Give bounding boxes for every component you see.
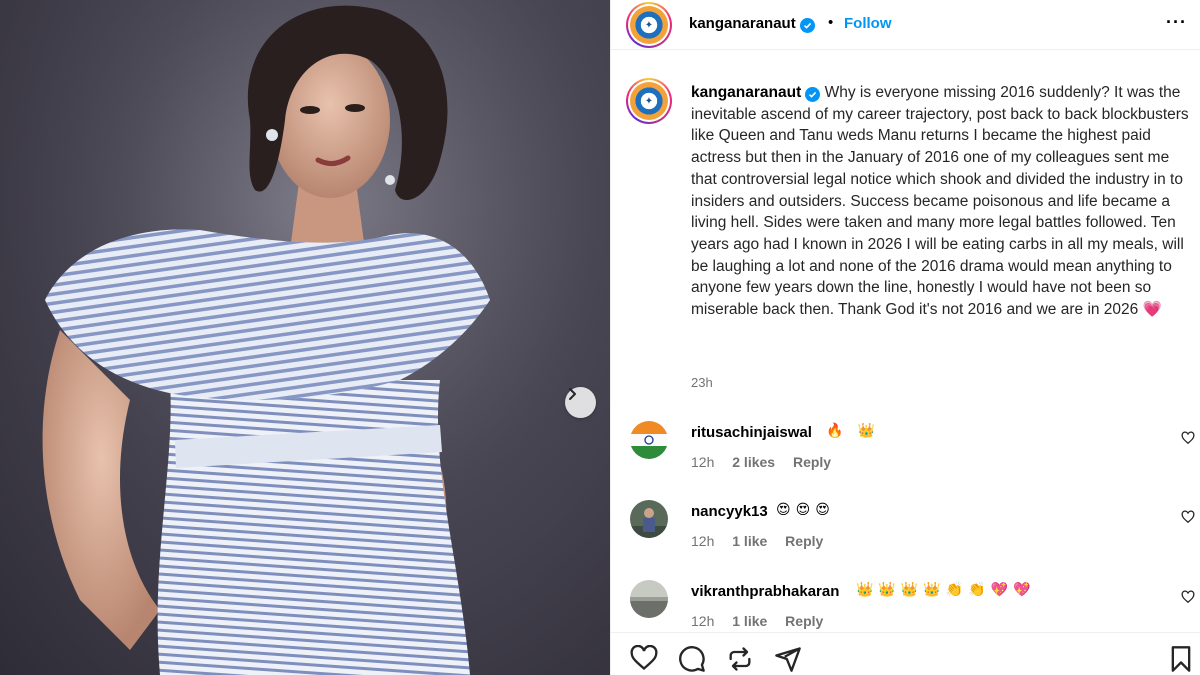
comment-time[interactable]: 12h <box>691 533 714 549</box>
verified-badge-icon <box>805 87 821 102</box>
comment-like-heart-icon[interactable] <box>1181 510 1195 524</box>
next-image-button[interactable] <box>565 387 596 418</box>
comment-icon[interactable] <box>678 645 706 673</box>
post-details-panel: ✦ kanganaranaut • Follow ··· ✦ kanganara… <box>610 0 1200 675</box>
reply-button[interactable]: Reply <box>785 613 823 629</box>
reply-button[interactable]: Reply <box>785 533 823 549</box>
comment-item: nancyyk13 😍😍😍 12h 1 like Reply <box>611 500 1200 570</box>
comment-like-heart-icon[interactable] <box>1181 431 1195 445</box>
more-options-icon[interactable]: ··· <box>1166 12 1187 33</box>
comment-username[interactable]: vikranthprabhakaran <box>691 583 839 600</box>
separator-dot: • <box>828 14 834 31</box>
comment-likes[interactable]: 1 like <box>732 613 767 629</box>
commenter-avatar[interactable] <box>630 500 668 538</box>
post-photo-illustration <box>0 0 610 675</box>
chevron-right-icon <box>569 388 576 400</box>
comment-item: ritusachinjaiswal 🔥 👑 12h 2 likes Reply <box>611 421 1200 491</box>
comment-text: 😍😍😍 <box>776 502 835 518</box>
post-header: ✦ kanganaranaut • Follow ··· <box>611 0 1200 50</box>
send-icon[interactable] <box>774 645 802 673</box>
author-username[interactable]: kanganaranaut <box>689 15 796 32</box>
comment-like-heart-icon[interactable] <box>1181 590 1195 604</box>
post-image[interactable] <box>0 0 610 675</box>
caption-username[interactable]: kanganaranaut <box>691 84 801 101</box>
repost-icon[interactable] <box>726 645 754 673</box>
verified-badge-icon <box>799 18 815 33</box>
commenter-avatar[interactable] <box>630 421 668 459</box>
comment-meta: 12h 1 like Reply <box>691 613 837 629</box>
comment-likes[interactable]: 2 likes <box>732 454 775 470</box>
author-logo-icon: ✦ <box>630 6 668 44</box>
comment-username[interactable]: ritusachinjaiswal <box>691 424 812 441</box>
comment-meta: 12h 2 likes Reply <box>691 454 845 470</box>
commenter-avatar[interactable] <box>630 580 668 618</box>
post-caption: kanganaranaut Why is everyone missing 20… <box>691 82 1191 321</box>
caption-text: Why is everyone missing 2016 suddenly? I… <box>691 84 1189 319</box>
author-logo-icon: ✦ <box>630 82 668 120</box>
heart-icon[interactable] <box>630 645 658 671</box>
follow-button[interactable]: Follow <box>844 15 892 32</box>
comment-time[interactable]: 12h <box>691 454 714 470</box>
author-avatar[interactable]: ✦ <box>626 2 672 48</box>
comment-text: 👑👑👑👑👏👏💖💖 <box>856 582 1036 598</box>
comment-time[interactable]: 12h <box>691 613 714 629</box>
comment-username[interactable]: nancyyk13 <box>691 503 768 520</box>
caption-author-avatar[interactable]: ✦ <box>626 78 672 124</box>
reply-button[interactable]: Reply <box>793 454 831 470</box>
post-timestamp[interactable]: 23h <box>691 375 713 390</box>
bookmark-icon[interactable] <box>1169 645 1193 673</box>
pink-heart-emoji: 💗 <box>1142 300 1162 319</box>
comment-likes[interactable]: 1 like <box>732 533 767 549</box>
comment-text: 🔥 👑 <box>826 423 881 439</box>
post-action-bar <box>611 632 1200 675</box>
comment-meta: 12h 1 like Reply <box>691 533 837 549</box>
